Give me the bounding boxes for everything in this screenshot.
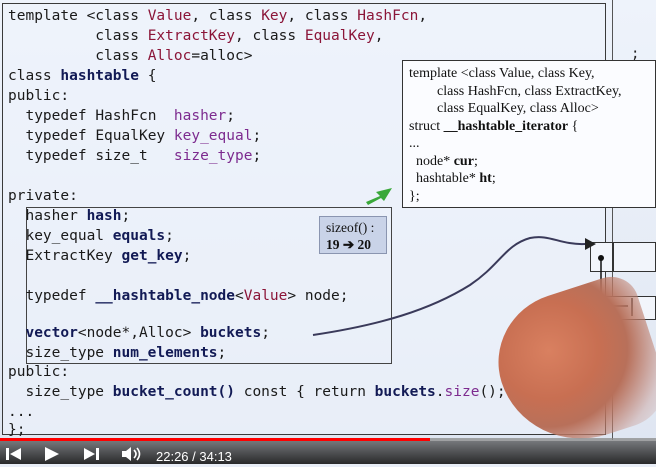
lecture-slide: template <class Value, class Key, class … (0, 0, 656, 440)
pointer-arrowhead (585, 238, 596, 250)
progress-bar[interactable] (0, 438, 656, 441)
volume-icon (122, 447, 141, 461)
iterator-line-struct: struct __hashtable_iterator { (409, 118, 579, 134)
skip-previous-icon (6, 448, 21, 460)
iterator-line-1: template <class Value, class Key, (409, 66, 595, 81)
iterator-line-cur: node* cur; (409, 153, 478, 169)
time-display: 22:26 / 34:13 (156, 449, 232, 464)
iterator-line-closing: }; (409, 188, 420, 204)
play-icon (45, 447, 59, 461)
iterator-line-ht: hashtable* ht; (409, 171, 496, 186)
iterator-line-ellipsis: ... (409, 136, 420, 151)
iterator-code-box: template <class Value, class Key, class … (402, 60, 656, 208)
skip-next-icon (84, 448, 99, 460)
iterator-line-3: class EqualKey, class Alloc> (409, 101, 599, 116)
green-arrow-icon (366, 188, 392, 205)
progress-bar-fill (0, 438, 431, 441)
iterator-line-2: class HashFcn, class ExtractKey, (409, 83, 622, 99)
